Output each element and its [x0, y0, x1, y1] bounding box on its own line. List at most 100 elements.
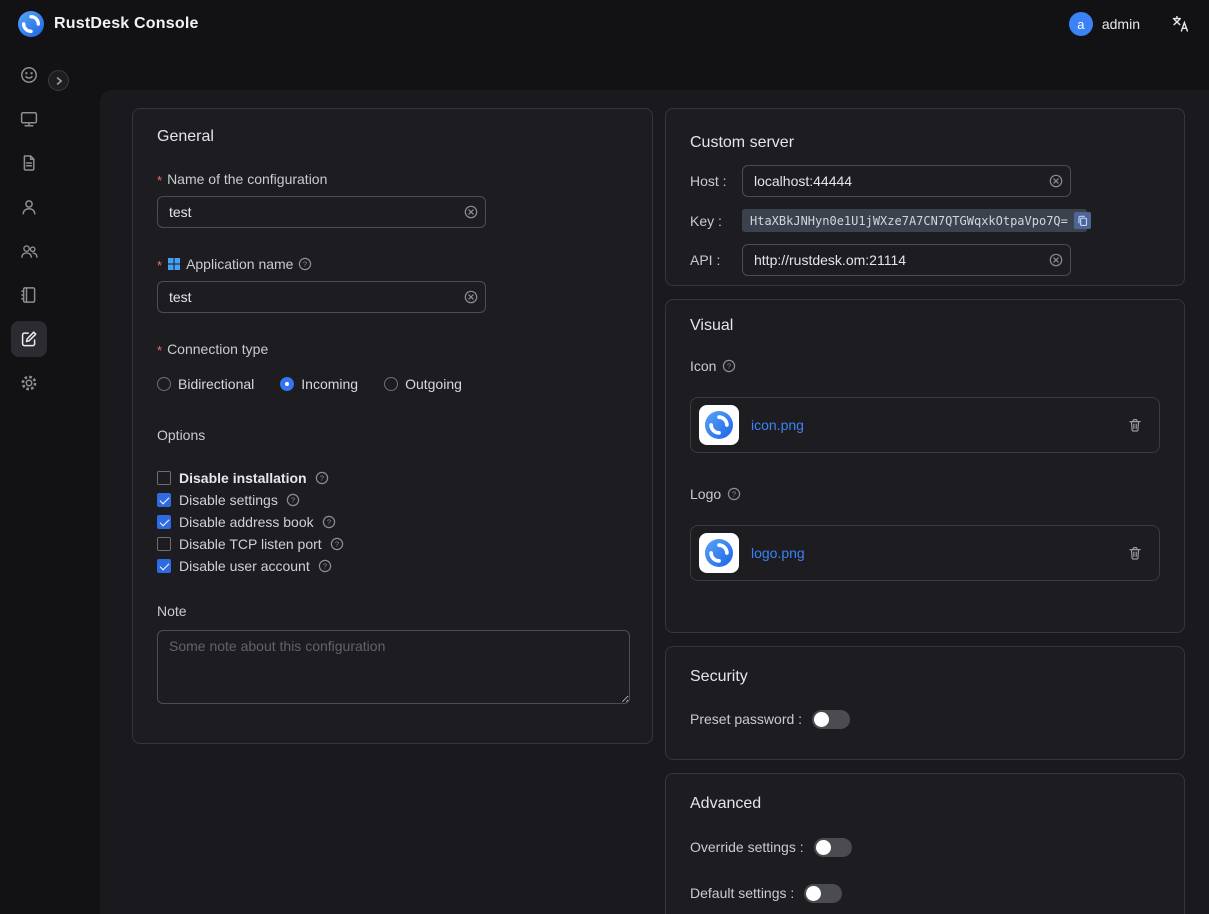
logo-file-link[interactable]: logo.png: [751, 545, 805, 561]
sidebar-item-address-books[interactable]: [11, 277, 47, 313]
windows-icon: [167, 257, 181, 271]
app-title: RustDesk Console: [54, 15, 199, 33]
icon-file-link[interactable]: icon.png: [751, 417, 804, 433]
radio-bidirectional[interactable]: Bidirectional: [157, 376, 254, 392]
app-name-label: * Application name ?: [157, 255, 628, 272]
security-card: Security Preset password :: [665, 646, 1185, 760]
svg-text:?: ?: [323, 562, 327, 571]
svg-text:?: ?: [727, 361, 731, 370]
username[interactable]: admin: [1102, 16, 1140, 32]
connection-type-label: * Connection type: [157, 340, 628, 357]
checkbox-box: [157, 493, 171, 507]
sidebar-expand-button[interactable]: [48, 70, 69, 91]
clear-icon[interactable]: [464, 290, 478, 304]
brand: RustDesk Console: [18, 11, 199, 37]
checkbox-disable-settings[interactable]: Disable settings ?: [157, 489, 628, 511]
help-icon[interactable]: ?: [315, 471, 329, 485]
svg-text:?: ?: [327, 518, 331, 527]
radio-circle: [157, 377, 171, 391]
icon-preview: [699, 405, 739, 445]
svg-text:?: ?: [303, 259, 307, 268]
default-settings-row: Default settings :: [690, 879, 1160, 907]
advanced-card: Advanced Override settings : Default set…: [665, 773, 1185, 914]
copy-icon[interactable]: [1074, 212, 1091, 229]
security-title: Security: [690, 667, 1160, 687]
host-input[interactable]: [742, 165, 1071, 197]
radio-incoming[interactable]: Incoming: [280, 376, 358, 392]
config-name-input[interactable]: [157, 196, 486, 228]
sidebar-item-devices[interactable]: [11, 101, 47, 137]
config-name-label: * Name of the configuration: [157, 170, 628, 187]
clear-icon[interactable]: [1049, 174, 1063, 188]
checkbox-box: [157, 559, 171, 573]
icon-file-box: icon.png: [690, 397, 1160, 453]
trash-icon[interactable]: [1127, 545, 1143, 561]
radio-outgoing[interactable]: Outgoing: [384, 376, 462, 392]
visual-title: Visual: [690, 316, 1160, 336]
radio-circle: [280, 377, 294, 391]
help-icon[interactable]: ?: [318, 559, 332, 573]
visual-card: Visual Icon ? icon.png: [665, 299, 1185, 633]
sidebar-item-custom-clients[interactable]: [11, 321, 47, 357]
sidebar-item-settings[interactable]: [11, 365, 47, 401]
clear-icon[interactable]: [1049, 253, 1063, 267]
api-field: [742, 244, 1071, 276]
host-label: Host :: [690, 173, 742, 189]
help-icon[interactable]: ?: [298, 257, 312, 271]
chevron-right-icon: [53, 75, 65, 87]
sidebar-item-users[interactable]: [11, 189, 47, 225]
override-settings-toggle[interactable]: [814, 838, 852, 857]
preset-password-row: Preset password :: [690, 705, 1160, 733]
checkbox-disable-user-account[interactable]: Disable user account ?: [157, 555, 628, 577]
api-label: API :: [690, 252, 742, 268]
default-settings-label: Default settings :: [690, 885, 794, 901]
server-key-value: HtaXBkJNHyn0e1U1jWXze7A7CN7QTGWqxkOtpaVp…: [750, 214, 1068, 228]
sidebar: [0, 48, 58, 914]
edit-icon: [19, 329, 39, 349]
help-icon[interactable]: ?: [330, 537, 344, 551]
sidebar-item-audit[interactable]: [11, 145, 47, 181]
custom-server-title: Custom server: [690, 133, 1160, 153]
checkbox-disable-address-book[interactable]: Disable address book ?: [157, 511, 628, 533]
note-label: Note: [157, 602, 628, 619]
sidebar-item-dashboard[interactable]: [11, 57, 47, 93]
api-input[interactable]: [742, 244, 1071, 276]
checkbox-disable-tcp-listen-port[interactable]: Disable TCP listen port ?: [157, 533, 628, 555]
clear-icon[interactable]: [464, 205, 478, 219]
trash-icon[interactable]: [1127, 417, 1143, 433]
help-icon[interactable]: ?: [722, 359, 736, 373]
svg-text:?: ?: [335, 540, 339, 549]
monitor-icon: [19, 109, 39, 129]
help-icon[interactable]: ?: [727, 487, 741, 501]
general-card: General * Name of the configuration *: [132, 108, 653, 744]
checkbox-disable-installation[interactable]: Disable installation ?: [157, 467, 628, 489]
users-icon: [19, 241, 39, 261]
app-name-field: [157, 281, 486, 313]
svg-text:?: ?: [732, 489, 736, 498]
logo-label: Logo ?: [690, 485, 1160, 502]
radio-circle: [384, 377, 398, 391]
note-textarea[interactable]: [157, 630, 630, 704]
default-settings-toggle[interactable]: [804, 884, 842, 903]
help-icon[interactable]: ?: [286, 493, 300, 507]
app-name-input[interactable]: [157, 281, 486, 313]
rustdesk-logo-icon: [18, 11, 44, 37]
main-panel: General * Name of the configuration *: [100, 90, 1209, 914]
general-title: General: [157, 127, 628, 147]
checkbox-box: [157, 537, 171, 551]
svg-text:?: ?: [291, 496, 295, 505]
document-icon: [19, 153, 39, 173]
config-name-field: [157, 196, 486, 228]
help-icon[interactable]: ?: [322, 515, 336, 529]
sidebar-item-groups[interactable]: [11, 233, 47, 269]
preset-password-toggle[interactable]: [812, 710, 850, 729]
key-label: Key :: [690, 213, 742, 229]
required-asterisk: *: [157, 346, 162, 356]
language-icon[interactable]: [1171, 14, 1191, 34]
host-row: Host :: [690, 165, 1160, 197]
user-avatar[interactable]: a: [1069, 12, 1093, 36]
gear-icon: [19, 373, 39, 393]
required-asterisk: *: [157, 261, 162, 271]
logo-file-box: logo.png: [690, 525, 1160, 581]
svg-text:?: ?: [320, 474, 324, 483]
